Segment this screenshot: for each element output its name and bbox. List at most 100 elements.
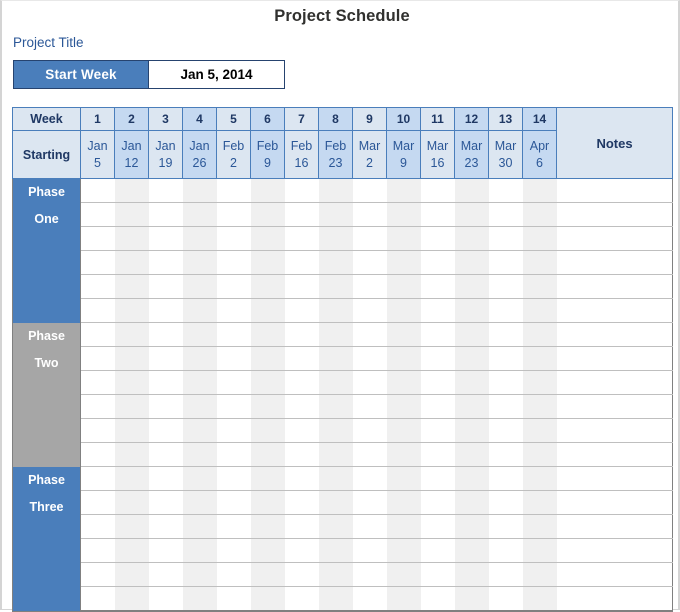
schedule-cell[interactable] bbox=[182, 346, 217, 371]
schedule-cell[interactable] bbox=[386, 586, 421, 612]
schedule-cell[interactable] bbox=[182, 514, 217, 539]
schedule-cell[interactable] bbox=[522, 346, 557, 371]
schedule-cell[interactable] bbox=[216, 274, 251, 299]
schedule-cell[interactable] bbox=[454, 346, 489, 371]
schedule-cell[interactable] bbox=[250, 178, 285, 203]
schedule-cell[interactable] bbox=[182, 466, 217, 491]
schedule-cell[interactable] bbox=[420, 202, 455, 227]
schedule-cell[interactable] bbox=[386, 346, 421, 371]
notes-cell[interactable] bbox=[556, 370, 673, 395]
notes-cell[interactable] bbox=[556, 514, 673, 539]
schedule-cell[interactable] bbox=[352, 322, 387, 347]
schedule-cell[interactable] bbox=[352, 178, 387, 203]
schedule-cell[interactable] bbox=[352, 394, 387, 419]
schedule-cell[interactable] bbox=[284, 370, 319, 395]
schedule-cell[interactable] bbox=[182, 394, 217, 419]
schedule-cell[interactable] bbox=[80, 298, 115, 323]
schedule-cell[interactable] bbox=[182, 538, 217, 563]
schedule-cell[interactable] bbox=[488, 394, 523, 419]
schedule-cell[interactable] bbox=[318, 226, 353, 251]
schedule-cell[interactable] bbox=[318, 202, 353, 227]
schedule-cell[interactable] bbox=[352, 442, 387, 467]
schedule-cell[interactable] bbox=[352, 226, 387, 251]
schedule-cell[interactable] bbox=[250, 226, 285, 251]
schedule-cell[interactable] bbox=[284, 394, 319, 419]
schedule-cell[interactable] bbox=[386, 562, 421, 587]
schedule-cell[interactable] bbox=[352, 490, 387, 515]
schedule-cell[interactable] bbox=[216, 562, 251, 587]
schedule-cell[interactable] bbox=[420, 514, 455, 539]
schedule-cell[interactable] bbox=[318, 394, 353, 419]
schedule-cell[interactable] bbox=[420, 394, 455, 419]
schedule-cell[interactable] bbox=[454, 538, 489, 563]
schedule-cell[interactable] bbox=[352, 298, 387, 323]
schedule-cell[interactable] bbox=[182, 226, 217, 251]
schedule-cell[interactable] bbox=[488, 418, 523, 443]
schedule-cell[interactable] bbox=[148, 178, 183, 203]
schedule-cell[interactable] bbox=[148, 586, 183, 612]
schedule-cell[interactable] bbox=[420, 490, 455, 515]
schedule-cell[interactable] bbox=[386, 370, 421, 395]
schedule-cell[interactable] bbox=[114, 178, 149, 203]
schedule-cell[interactable] bbox=[318, 298, 353, 323]
schedule-cell[interactable] bbox=[420, 562, 455, 587]
schedule-cell[interactable] bbox=[114, 394, 149, 419]
schedule-cell[interactable] bbox=[488, 442, 523, 467]
schedule-cell[interactable] bbox=[318, 538, 353, 563]
notes-cell[interactable] bbox=[556, 394, 673, 419]
schedule-cell[interactable] bbox=[284, 346, 319, 371]
schedule-cell[interactable] bbox=[522, 202, 557, 227]
schedule-cell[interactable] bbox=[318, 418, 353, 443]
schedule-cell[interactable] bbox=[454, 562, 489, 587]
schedule-cell[interactable] bbox=[318, 466, 353, 491]
schedule-cell[interactable] bbox=[386, 298, 421, 323]
schedule-cell[interactable] bbox=[182, 178, 217, 203]
notes-cell[interactable] bbox=[556, 442, 673, 467]
schedule-cell[interactable] bbox=[216, 250, 251, 275]
schedule-cell[interactable] bbox=[216, 394, 251, 419]
notes-cell[interactable] bbox=[556, 418, 673, 443]
schedule-cell[interactable] bbox=[386, 274, 421, 299]
schedule-cell[interactable] bbox=[216, 490, 251, 515]
schedule-cell[interactable] bbox=[182, 370, 217, 395]
phase-label-2[interactable]: Phase Two bbox=[12, 322, 81, 467]
schedule-cell[interactable] bbox=[182, 442, 217, 467]
schedule-cell[interactable] bbox=[250, 466, 285, 491]
schedule-cell[interactable] bbox=[250, 490, 285, 515]
schedule-cell[interactable] bbox=[318, 490, 353, 515]
schedule-cell[interactable] bbox=[454, 298, 489, 323]
schedule-cell[interactable] bbox=[250, 298, 285, 323]
schedule-cell[interactable] bbox=[216, 418, 251, 443]
schedule-cell[interactable] bbox=[352, 418, 387, 443]
schedule-cell[interactable] bbox=[148, 250, 183, 275]
schedule-cell[interactable] bbox=[182, 250, 217, 275]
schedule-cell[interactable] bbox=[114, 322, 149, 347]
schedule-cell[interactable] bbox=[216, 346, 251, 371]
schedule-cell[interactable] bbox=[114, 274, 149, 299]
schedule-cell[interactable] bbox=[80, 442, 115, 467]
schedule-cell[interactable] bbox=[318, 514, 353, 539]
schedule-cell[interactable] bbox=[488, 322, 523, 347]
schedule-cell[interactable] bbox=[386, 178, 421, 203]
schedule-cell[interactable] bbox=[114, 490, 149, 515]
schedule-cell[interactable] bbox=[80, 562, 115, 587]
schedule-cell[interactable] bbox=[80, 202, 115, 227]
schedule-cell[interactable] bbox=[522, 586, 557, 612]
schedule-cell[interactable] bbox=[454, 202, 489, 227]
schedule-cell[interactable] bbox=[114, 586, 149, 612]
schedule-cell[interactable] bbox=[80, 490, 115, 515]
schedule-cell[interactable] bbox=[182, 202, 217, 227]
schedule-cell[interactable] bbox=[420, 466, 455, 491]
schedule-cell[interactable] bbox=[284, 250, 319, 275]
schedule-cell[interactable] bbox=[80, 322, 115, 347]
schedule-cell[interactable] bbox=[80, 178, 115, 203]
notes-cell[interactable] bbox=[556, 226, 673, 251]
schedule-cell[interactable] bbox=[216, 466, 251, 491]
schedule-cell[interactable] bbox=[454, 322, 489, 347]
schedule-cell[interactable] bbox=[352, 466, 387, 491]
schedule-cell[interactable] bbox=[80, 370, 115, 395]
schedule-cell[interactable] bbox=[318, 250, 353, 275]
schedule-cell[interactable] bbox=[488, 538, 523, 563]
schedule-cell[interactable] bbox=[148, 466, 183, 491]
schedule-cell[interactable] bbox=[284, 298, 319, 323]
